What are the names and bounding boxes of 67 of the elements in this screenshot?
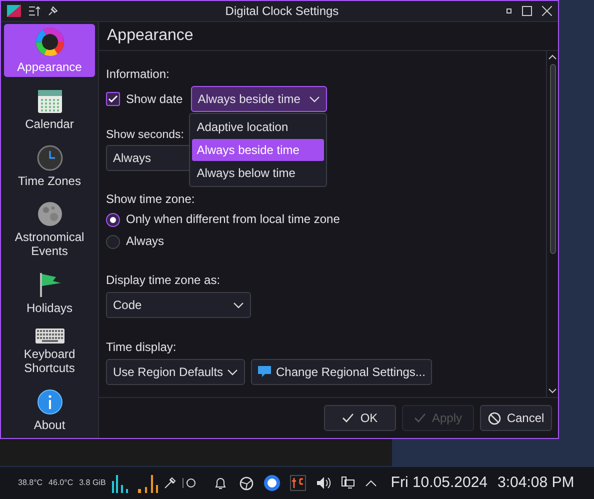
section-label: Time display: (106, 340, 176, 355)
window-title: Digital Clock Settings (225, 3, 339, 20)
chevron-down-icon (308, 96, 320, 102)
dialog-button[interactable]: OK (324, 405, 396, 431)
scroll-up-icon[interactable] (548, 54, 557, 60)
speaker-icon[interactable] (316, 476, 331, 490)
radio-label: Only when different from local time zone (126, 212, 340, 227)
chat-bubble-icon[interactable] (264, 475, 280, 491)
time-zone-format-dropdown[interactable]: Code (106, 292, 251, 318)
network-graph-icon (138, 473, 158, 493)
system-reading: 38.8°C (18, 477, 43, 489)
regional-settings-button[interactable]: Change Regional Settings... (251, 359, 432, 385)
pin-icon[interactable] (48, 6, 58, 16)
app-icon (7, 5, 21, 17)
chevron-down-icon (227, 368, 238, 376)
radio-label: Always (126, 234, 164, 249)
sidebar-item[interactable]: Calendar (4, 84, 95, 134)
system-reading: 46.0°C (48, 477, 74, 489)
clock-icon (36, 144, 62, 170)
time-display-dropdown[interactable]: Use Region Defaults (106, 359, 245, 385)
section-label: Show time zone: (106, 192, 195, 207)
checkmark-icon (414, 413, 426, 423)
chevron-down-icon (233, 302, 244, 308)
bell-icon[interactable] (214, 476, 227, 490)
dropdown-option[interactable]: Always beside time (192, 139, 324, 161)
radio-button[interactable] (106, 212, 120, 226)
sidebar-item[interactable]: Appearance (4, 24, 95, 77)
sidebar-item[interactable]: Holidays (4, 268, 95, 318)
system-reading: 3.8 GiB (79, 477, 106, 489)
tool-grid-icon[interactable] (290, 475, 306, 491)
color-picker-icon[interactable] (164, 477, 176, 489)
menu-icon[interactable] (29, 6, 40, 16)
checkmark-icon (342, 413, 354, 423)
keyboard-icon (34, 328, 64, 344)
sidebar-item[interactable]: About (4, 385, 95, 435)
moon-icon (36, 201, 62, 227)
calendar-icon (36, 88, 62, 114)
scroll-down-icon[interactable] (548, 388, 557, 394)
section-label: Information: (106, 67, 170, 82)
sidebar-item[interactable]: Time Zones (4, 141, 95, 191)
sidebar-item[interactable]: Keyboard Shortcuts (4, 325, 95, 378)
show-date-dropdown[interactable]: Always beside time (190, 86, 327, 112)
minimize-icon[interactable] (506, 8, 512, 14)
steering-wheel-icon[interactable] (238, 476, 254, 490)
taskbar-clock[interactable]: 3:04:08 PM (498, 472, 574, 494)
cancel-icon (488, 412, 501, 424)
flag-icon (38, 272, 62, 298)
page-title: Appearance (107, 26, 194, 46)
dialog-button[interactable]: Cancel (480, 405, 552, 431)
network-icon[interactable] (340, 476, 355, 490)
dropdown-option[interactable]: Adaptive location (192, 116, 324, 138)
checkbox-label: Show date (126, 92, 183, 106)
color-wheel-icon (34, 27, 64, 57)
section-label: Show seconds: (106, 128, 184, 143)
circle-icon[interactable] (182, 477, 196, 489)
section-label: Display time zone as: (106, 273, 220, 288)
scrollbar[interactable] (546, 51, 558, 397)
speech-bubble-icon (258, 366, 271, 378)
sidebar-item[interactable]: Astronomical Events (4, 198, 95, 261)
close-icon[interactable] (542, 6, 552, 16)
info-icon (36, 388, 62, 414)
radio-button[interactable] (106, 234, 120, 248)
checkmark-icon (108, 95, 118, 103)
taskbar-date[interactable]: Fri 10.05.2024 (390, 472, 488, 494)
show-date-checkbox[interactable] (106, 92, 120, 106)
maximize-icon[interactable] (522, 6, 532, 16)
chevron-up-icon[interactable] (364, 479, 377, 487)
